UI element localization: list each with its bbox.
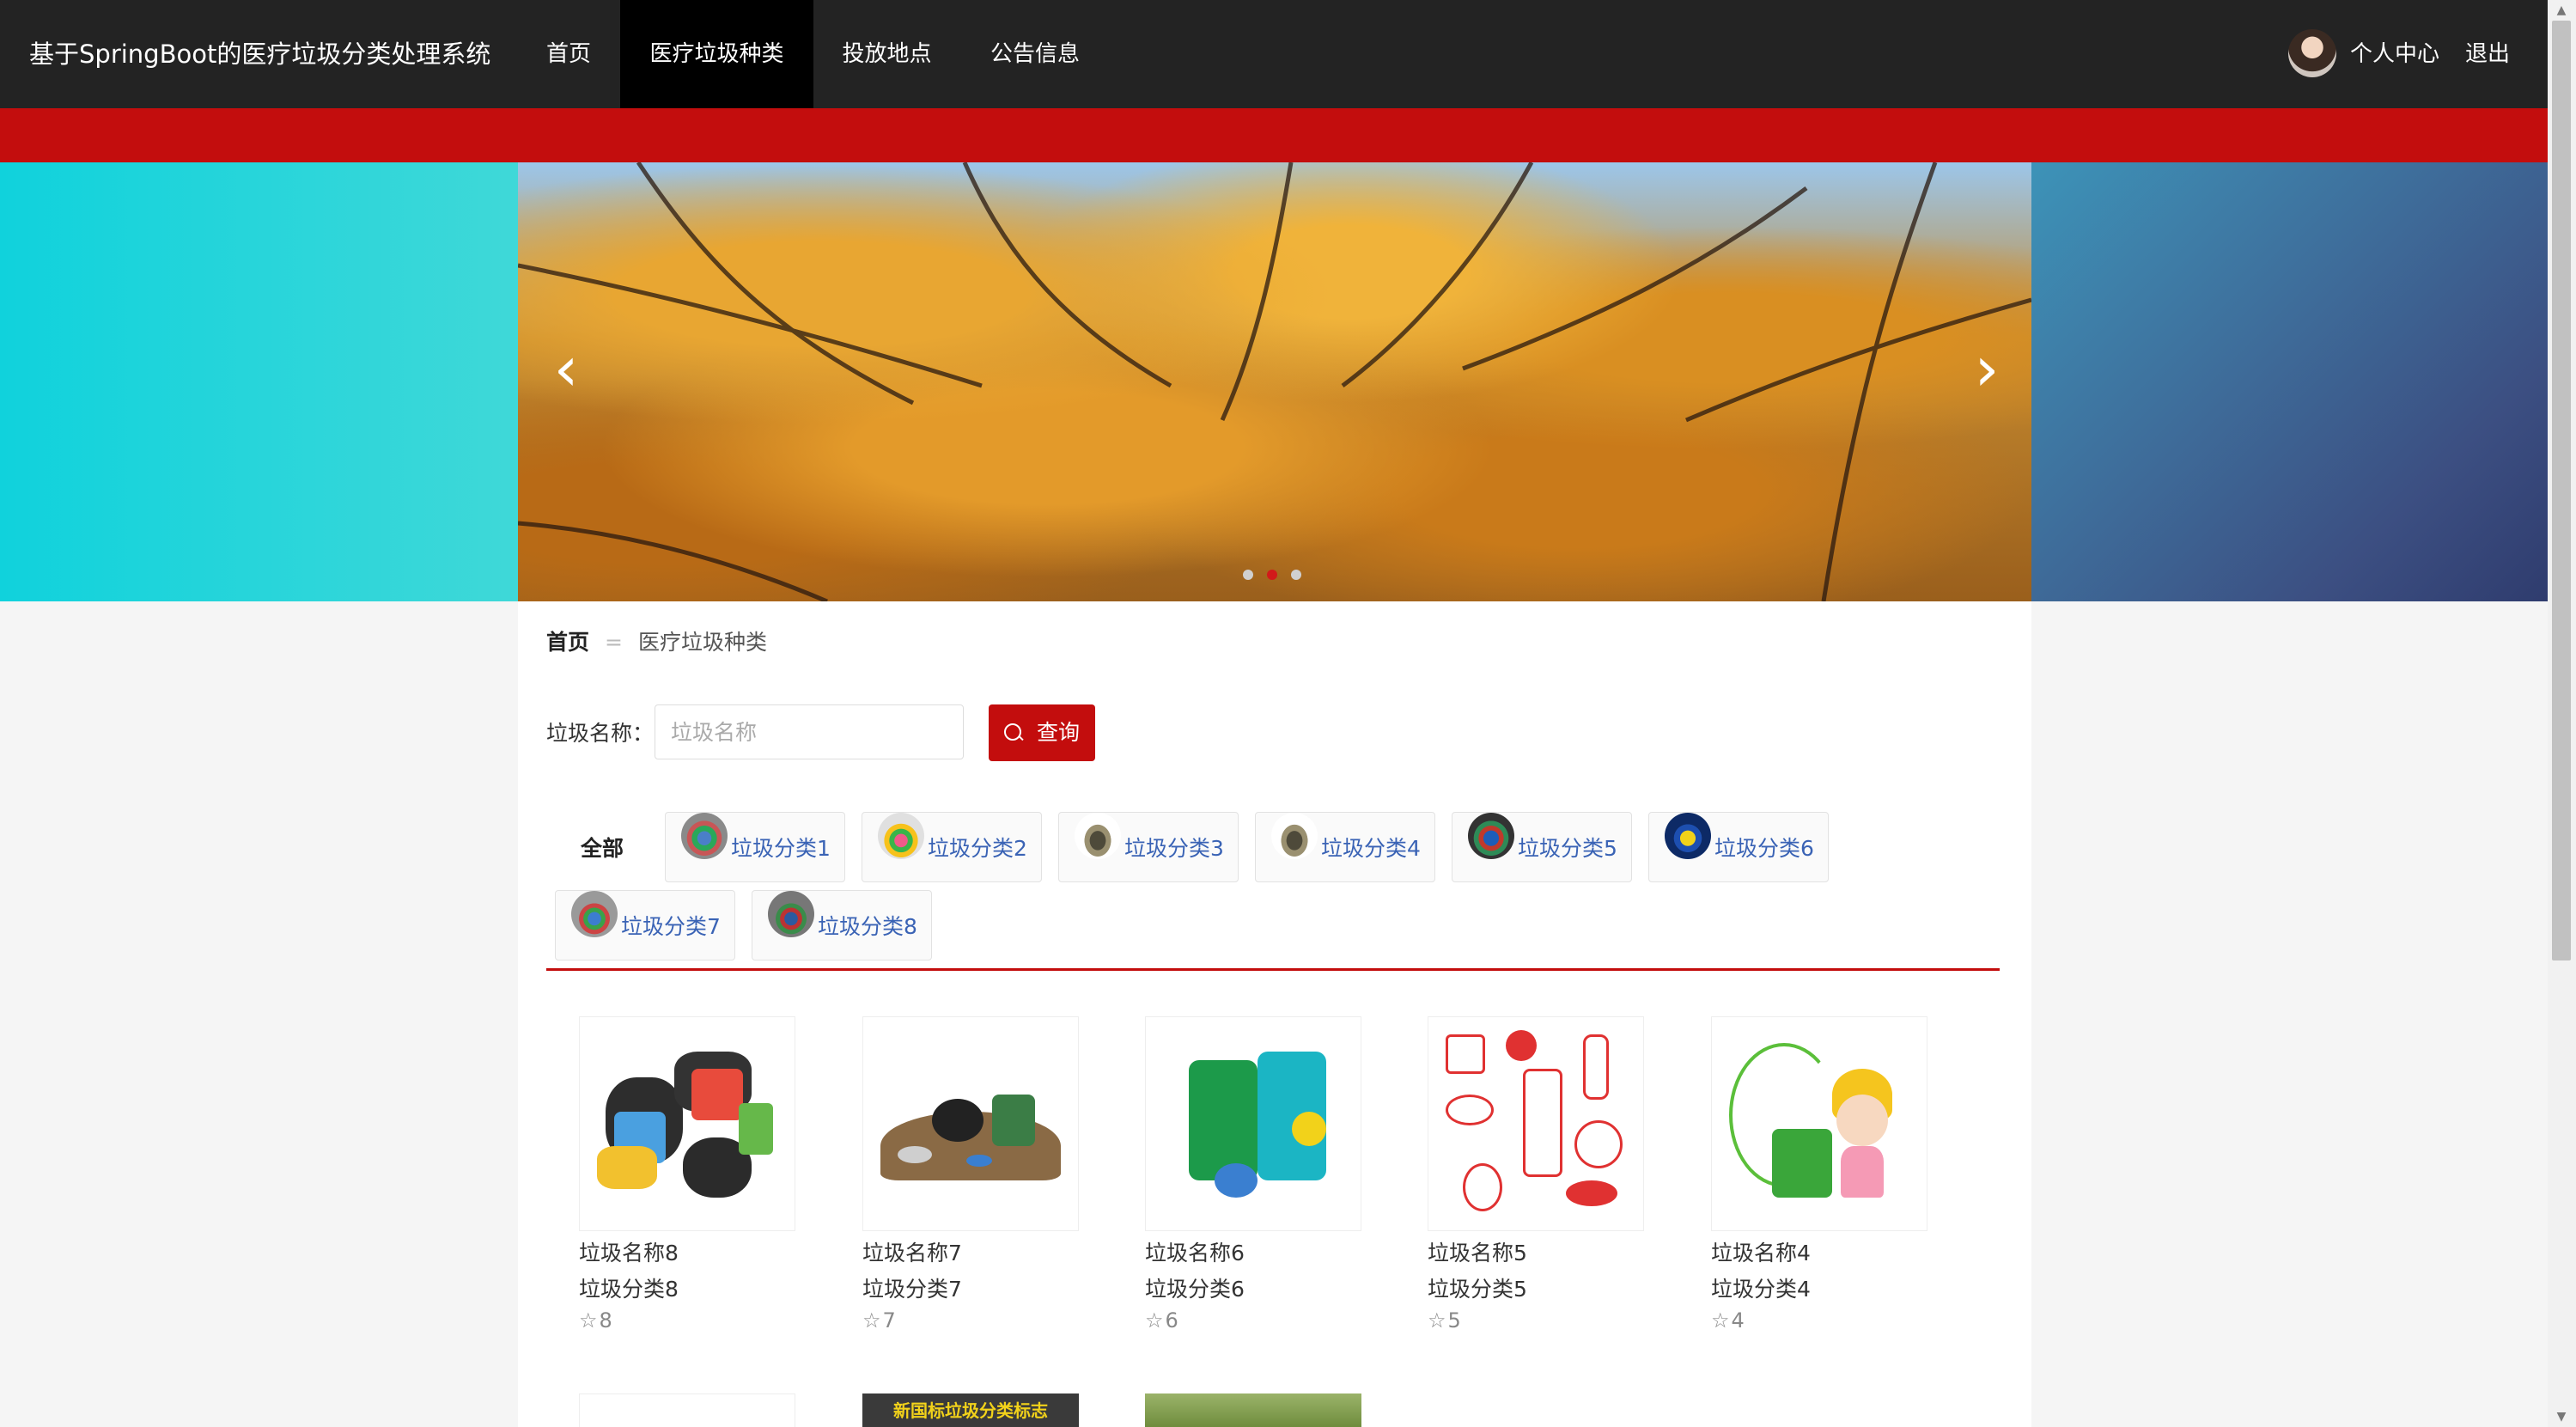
carousel-dot[interactable] <box>1243 570 1253 580</box>
category-thumbnail <box>1271 813 1318 859</box>
category-label: 垃圾分类2 <box>928 836 1027 861</box>
category-thumbnail <box>1075 813 1121 859</box>
category-thumbnail <box>768 891 814 937</box>
category-label: 垃圾分类6 <box>1714 836 1814 861</box>
nav-notices[interactable]: 公告信息 <box>971 0 1099 108</box>
product-type: 垃圾分类5 <box>1428 1277 1527 1302</box>
product-name[interactable]: 垃圾名称7 <box>862 1238 962 1269</box>
product-image-partial[interactable] <box>1145 1393 1361 1427</box>
product-type: 垃圾分类7 <box>862 1277 962 1302</box>
logout-link[interactable]: 退出 <box>2465 0 2510 108</box>
product-image[interactable] <box>579 1016 795 1231</box>
category-label: 垃圾分类4 <box>1321 836 1421 861</box>
search-icon <box>1004 723 1021 741</box>
category-thumbnail <box>1468 813 1514 859</box>
category-all[interactable]: 全部 <box>581 833 624 864</box>
star-icon: ☆ <box>579 1308 598 1332</box>
carousel-dot-active[interactable] <box>1267 570 1277 580</box>
category-label: 垃圾分类3 <box>1124 836 1224 861</box>
product-rating: ☆7 <box>862 1308 896 1332</box>
nav-accent-bar <box>0 108 2548 162</box>
chevron-right-icon[interactable]: › <box>1961 334 2013 403</box>
category-chip[interactable]: 垃圾分类5 <box>1452 812 1632 882</box>
banner-image: ‹ › <box>518 162 2031 601</box>
category-chip[interactable]: 垃圾分类4 <box>1255 812 1435 882</box>
tree-branches <box>518 162 2031 601</box>
carousel-dots <box>1243 567 1315 583</box>
product-image-partial[interactable] <box>579 1393 795 1427</box>
breadcrumb-separator: = <box>605 630 623 655</box>
star-icon: ☆ <box>1428 1308 1446 1332</box>
chevron-left-icon[interactable]: ‹ <box>540 334 592 403</box>
product-name[interactable]: 垃圾名称6 <box>1145 1238 1245 1269</box>
product-rating-value: 8 <box>599 1308 612 1332</box>
nav-garbage-types[interactable]: 医疗垃圾种类 <box>620 0 813 108</box>
product-name[interactable]: 垃圾名称8 <box>579 1238 679 1269</box>
search-label: 垃圾名称： <box>546 721 655 746</box>
star-icon: ☆ <box>1711 1308 1730 1332</box>
product-rating: ☆6 <box>1145 1308 1178 1332</box>
category-chip[interactable]: 垃圾分类3 <box>1058 812 1239 882</box>
search-input[interactable] <box>655 704 964 759</box>
search-button[interactable]: 查询 <box>989 704 1095 761</box>
category-chip[interactable]: 垃圾分类6 <box>1648 812 1829 882</box>
category-label: 垃圾分类8 <box>818 914 917 939</box>
breadcrumb: 首页 = 医疗垃圾种类 <box>546 627 767 658</box>
category-chip[interactable]: 垃圾分类2 <box>862 812 1042 882</box>
category-thumbnail <box>571 891 618 937</box>
product-image[interactable] <box>1711 1016 1927 1231</box>
product-rating: ☆5 <box>1428 1308 1461 1332</box>
profile-link[interactable]: 个人中心 <box>2350 0 2439 108</box>
product-rating-value: 5 <box>1447 1308 1461 1332</box>
product-rating-value: 6 <box>1165 1308 1178 1332</box>
breadcrumb-home[interactable]: 首页 <box>546 630 589 655</box>
product-name[interactable]: 垃圾名称5 <box>1428 1238 1527 1269</box>
category-chip[interactable]: 垃圾分类8 <box>752 890 932 960</box>
product-type: 垃圾分类4 <box>1711 1277 1811 1302</box>
banner-side-right <box>2031 162 2548 601</box>
site-title[interactable]: 基于SpringBoot的医疗垃圾分类处理系统 <box>29 0 490 108</box>
product-rating: ☆4 <box>1711 1308 1745 1332</box>
product-image-partial[interactable]: 新国标垃圾分类标志 <box>862 1393 1079 1427</box>
category-label: 垃圾分类1 <box>731 836 831 861</box>
product-rating: ☆8 <box>579 1308 612 1332</box>
category-divider <box>546 968 2000 971</box>
product-rating-value: 7 <box>882 1308 896 1332</box>
product-image[interactable] <box>1428 1016 1644 1231</box>
category-label: 垃圾分类5 <box>1518 836 1617 861</box>
category-thumbnail <box>681 813 728 859</box>
product-image-caption: 新国标垃圾分类标志 <box>893 1400 1048 1421</box>
star-icon: ☆ <box>1145 1308 1164 1332</box>
product-type: 垃圾分类6 <box>1145 1277 1245 1302</box>
star-icon: ☆ <box>862 1308 881 1332</box>
category-label: 垃圾分类7 <box>621 914 721 939</box>
carousel-dot[interactable] <box>1291 570 1301 580</box>
product-name[interactable]: 垃圾名称4 <box>1711 1238 1811 1269</box>
category-thumbnail <box>1665 813 1711 859</box>
product-type: 垃圾分类8 <box>579 1277 679 1302</box>
search-button-label: 查询 <box>1037 720 1081 745</box>
category-chip[interactable]: 垃圾分类7 <box>555 890 735 960</box>
nav-home[interactable]: 首页 <box>529 0 608 108</box>
scroll-down-icon[interactable]: ▼ <box>2552 1408 2571 1425</box>
banner-side-left <box>0 162 518 601</box>
scrollbar-thumb[interactable] <box>2552 21 2571 960</box>
category-chip[interactable]: 垃圾分类1 <box>665 812 845 882</box>
top-nav: 基于SpringBoot的医疗垃圾分类处理系统 首页 医疗垃圾种类 投放地点 公… <box>0 0 2548 108</box>
avatar[interactable] <box>2288 29 2336 77</box>
category-thumbnail <box>878 813 924 859</box>
product-image[interactable] <box>1145 1016 1361 1231</box>
breadcrumb-current: 医疗垃圾种类 <box>637 630 767 655</box>
product-rating-value: 4 <box>1731 1308 1745 1332</box>
product-image[interactable] <box>862 1016 1079 1231</box>
scroll-up-icon[interactable]: ▲ <box>2552 2 2571 19</box>
nav-drop-points[interactable]: 投放地点 <box>825 0 949 108</box>
